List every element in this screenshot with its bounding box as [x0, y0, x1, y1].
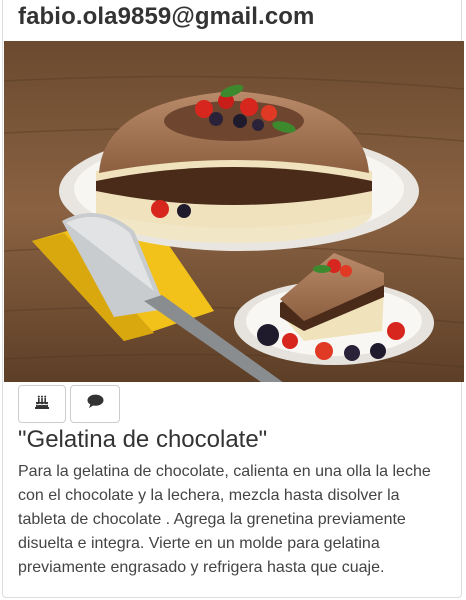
- post-card: fabio.ola9859@gmail.com "Gelatina de cho…: [2, 0, 464, 598]
- post-author-email[interactable]: fabio.ola9859@gmail.com: [18, 3, 314, 31]
- comment-icon: [87, 394, 104, 414]
- like-cake-button[interactable]: [18, 385, 66, 423]
- comment-button[interactable]: [70, 385, 120, 423]
- birthday-cake-icon: [34, 394, 50, 415]
- post-photo: [4, 41, 464, 382]
- post-description: Para la gelatina de chocolate, calienta …: [18, 463, 431, 576]
- post-title: "Gelatina de chocolate": [18, 426, 268, 453]
